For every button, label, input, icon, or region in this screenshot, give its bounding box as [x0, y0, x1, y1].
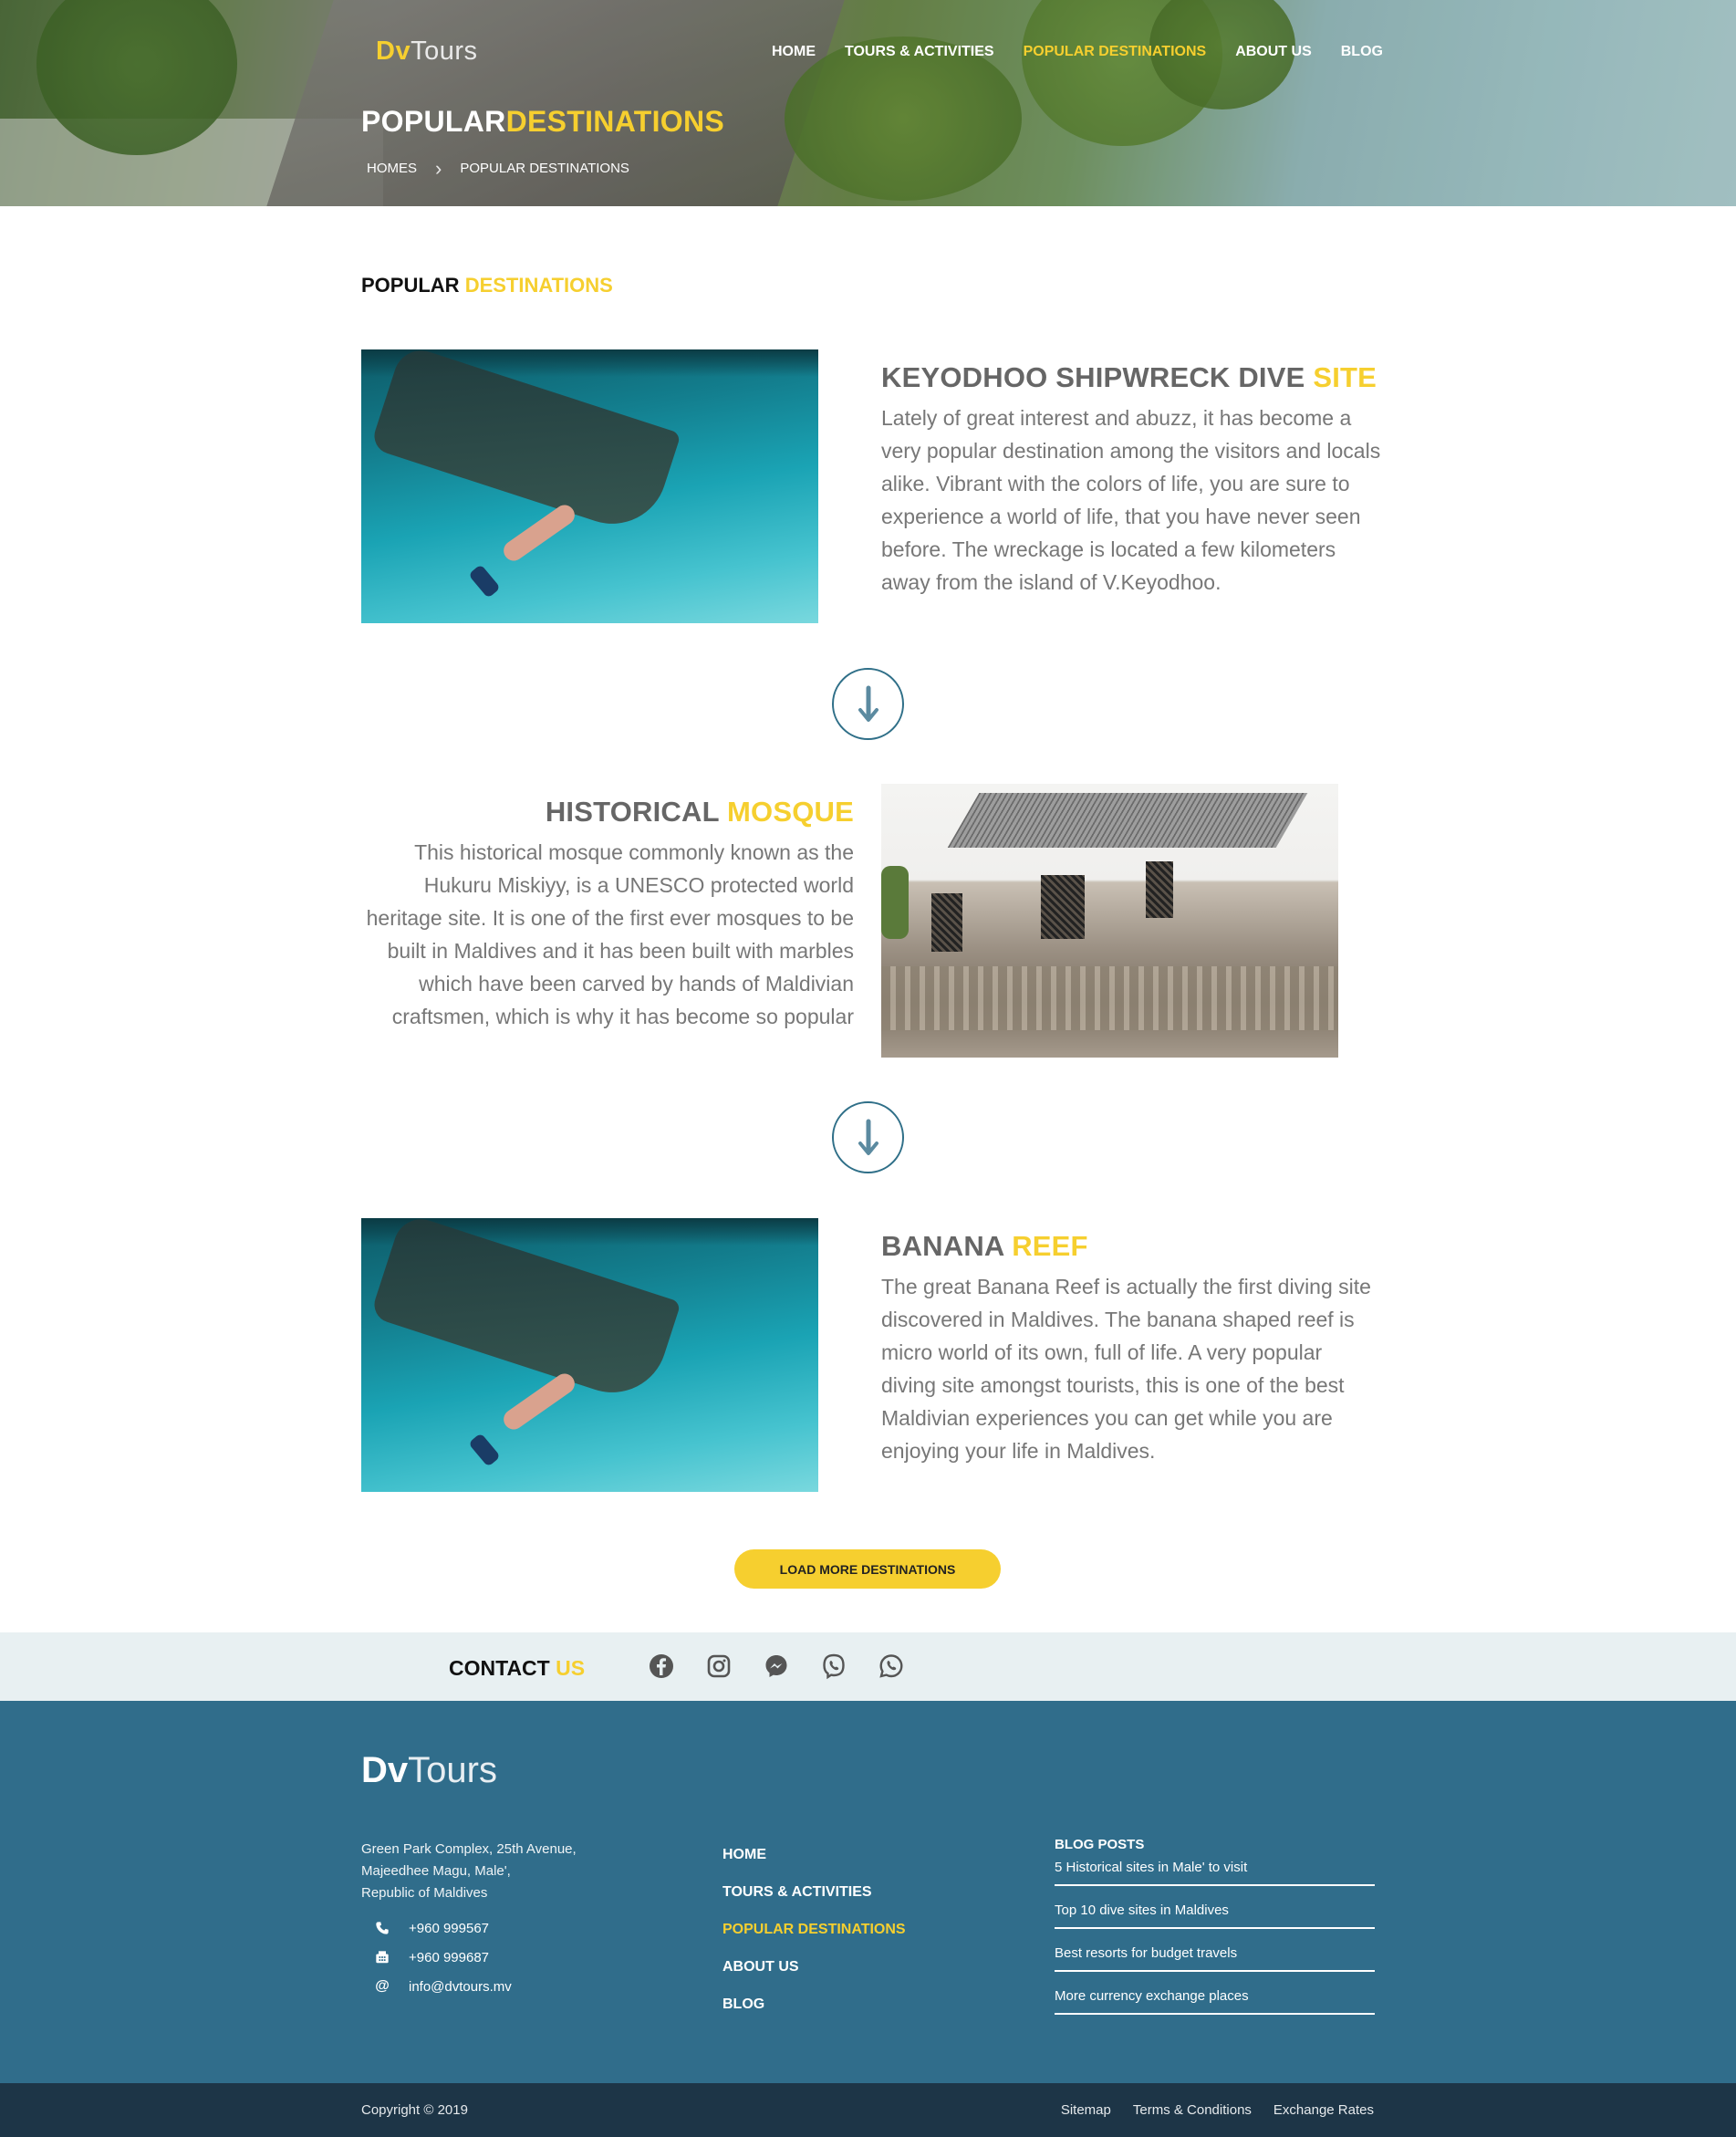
- diver-shape: [499, 1370, 579, 1433]
- footer-phone[interactable]: +960 999567: [374, 1920, 512, 1936]
- breadcrumb-home[interactable]: HOMES: [367, 161, 417, 176]
- section-title-part1: POPULAR: [361, 274, 460, 297]
- arrow-down-icon: [858, 1119, 878, 1155]
- blog-post-link[interactable]: 5 Historical sites in Male' to visit: [1055, 1860, 1375, 1886]
- instagram-icon[interactable]: [705, 1652, 733, 1680]
- scroll-down-button[interactable]: [832, 1101, 904, 1173]
- section-title-part2: DESTINATIONS: [464, 274, 613, 297]
- contact-title: CONTACT US: [449, 1656, 586, 1680]
- scroll-down-button[interactable]: [832, 668, 904, 740]
- footer-fax[interactable]: +960 999687: [374, 1949, 512, 1965]
- nav-item-blog[interactable]: BLOG: [1341, 44, 1383, 60]
- nav-item-about[interactable]: ABOUT US: [1235, 44, 1312, 60]
- footer-nav-popular-destinations[interactable]: POPULAR DESTINATIONS: [722, 1922, 906, 1938]
- facebook-icon[interactable]: [648, 1652, 675, 1680]
- destination-image-mosque[interactable]: [881, 784, 1338, 1058]
- main-nav: HOME TOURS & ACTIVITIES POPULAR DESTINAT…: [772, 44, 1383, 60]
- bottom-links: Sitemap Terms & Conditions Exchange Rate…: [1061, 2102, 1374, 2118]
- exchange-rates-link[interactable]: Exchange Rates: [1273, 2102, 1374, 2118]
- page-title-part1: POPULAR: [361, 105, 506, 138]
- sitemap-link[interactable]: Sitemap: [1061, 2102, 1111, 2118]
- footer-nav-blog[interactable]: BLOG: [722, 1996, 906, 2013]
- brand-logo[interactable]: DvTours: [376, 36, 478, 67]
- blog-post-link[interactable]: Top 10 dive sites in Maldives: [1055, 1902, 1375, 1929]
- diver-shape: [499, 501, 579, 565]
- footer-logo[interactable]: DvTours: [361, 1750, 497, 1791]
- viber-icon[interactable]: [820, 1652, 847, 1680]
- bottom-bar: Copyright © 2019 Sitemap Terms & Conditi…: [0, 2083, 1736, 2137]
- blog-post-link[interactable]: More currency exchange places: [1055, 1988, 1375, 2015]
- footer-nav: HOME TOURS & ACTIVITIES POPULAR DESTINAT…: [722, 1847, 906, 2013]
- copyright: Copyright © 2019: [361, 2102, 468, 2118]
- destination-title[interactable]: BANANA REEF: [881, 1230, 1088, 1263]
- load-more-button[interactable]: LOAD MORE DESTINATIONS: [734, 1549, 1001, 1589]
- terms-link[interactable]: Terms & Conditions: [1133, 2102, 1252, 2118]
- section-title: POPULAR DESTINATIONS: [361, 274, 613, 297]
- destination-title[interactable]: KEYODHOO SHIPWRECK DIVE SITE: [881, 361, 1377, 394]
- nav-item-popular-destinations[interactable]: POPULAR DESTINATIONS: [1024, 44, 1207, 60]
- nav-item-home[interactable]: HOME: [772, 44, 816, 60]
- chevron-right-icon: ›: [435, 157, 442, 180]
- messenger-icon[interactable]: [763, 1652, 790, 1680]
- destination-description: Lately of great interest and abuzz, it h…: [881, 406, 1381, 594]
- brand-logo-first: Dv: [376, 36, 411, 66]
- fax-icon: [374, 1949, 390, 1965]
- destination-image-shipwreck[interactable]: [361, 349, 818, 623]
- phone-icon: [374, 1920, 390, 1936]
- breadcrumb: HOMES › POPULAR DESTINATIONS: [367, 157, 629, 180]
- shipwreck-shape: [369, 349, 681, 538]
- at-sign-icon: @: [375, 1978, 390, 1994]
- contact-bar: CONTACT US: [0, 1632, 1736, 1701]
- brand-logo-second: Tours: [411, 36, 478, 66]
- shipwreck-shape: [369, 1218, 681, 1407]
- footer-contacts: +960 999567 +960 999687 @ info@dvtours.m…: [374, 1920, 512, 1995]
- footer-nav-about[interactable]: ABOUT US: [722, 1959, 906, 1975]
- destination-image-banana-reef[interactable]: [361, 1218, 818, 1492]
- breadcrumb-current: POPULAR DESTINATIONS: [460, 161, 629, 176]
- arrow-down-icon: [858, 685, 878, 722]
- destination-description: The great Banana Reef is actually the fi…: [881, 1275, 1371, 1463]
- destination-title[interactable]: HISTORICAL MOSQUE: [361, 796, 854, 829]
- destination-description: This historical mosque commonly known as…: [366, 840, 854, 1028]
- footer-address: Green Park Complex, 25th Avenue, Majeedh…: [361, 1841, 577, 1901]
- nav-item-tours[interactable]: TOURS & ACTIVITIES: [845, 44, 994, 60]
- blog-posts-heading: BLOG POSTS: [1055, 1837, 1145, 1852]
- hero-banner: DvTours HOME TOURS & ACTIVITIES POPULAR …: [0, 0, 1736, 206]
- page-title-part2: DESTINATIONS: [505, 105, 725, 138]
- footer-email[interactable]: @ info@dvtours.mv: [374, 1978, 512, 1995]
- social-links: [648, 1652, 905, 1680]
- footer: DvTours Green Park Complex, 25th Avenue,…: [0, 1701, 1736, 2083]
- page-title: POPULARDESTINATIONS: [361, 105, 724, 139]
- hero-overlay: [0, 0, 1736, 206]
- blog-post-link[interactable]: Best resorts for budget travels: [1055, 1945, 1375, 1972]
- footer-blog-posts: BLOG POSTS 5 Historical sites in Male' t…: [1055, 1837, 1375, 2031]
- footer-nav-home[interactable]: HOME: [722, 1847, 906, 1863]
- footer-nav-tours[interactable]: TOURS & ACTIVITIES: [722, 1884, 906, 1901]
- whatsapp-icon[interactable]: [878, 1652, 905, 1680]
